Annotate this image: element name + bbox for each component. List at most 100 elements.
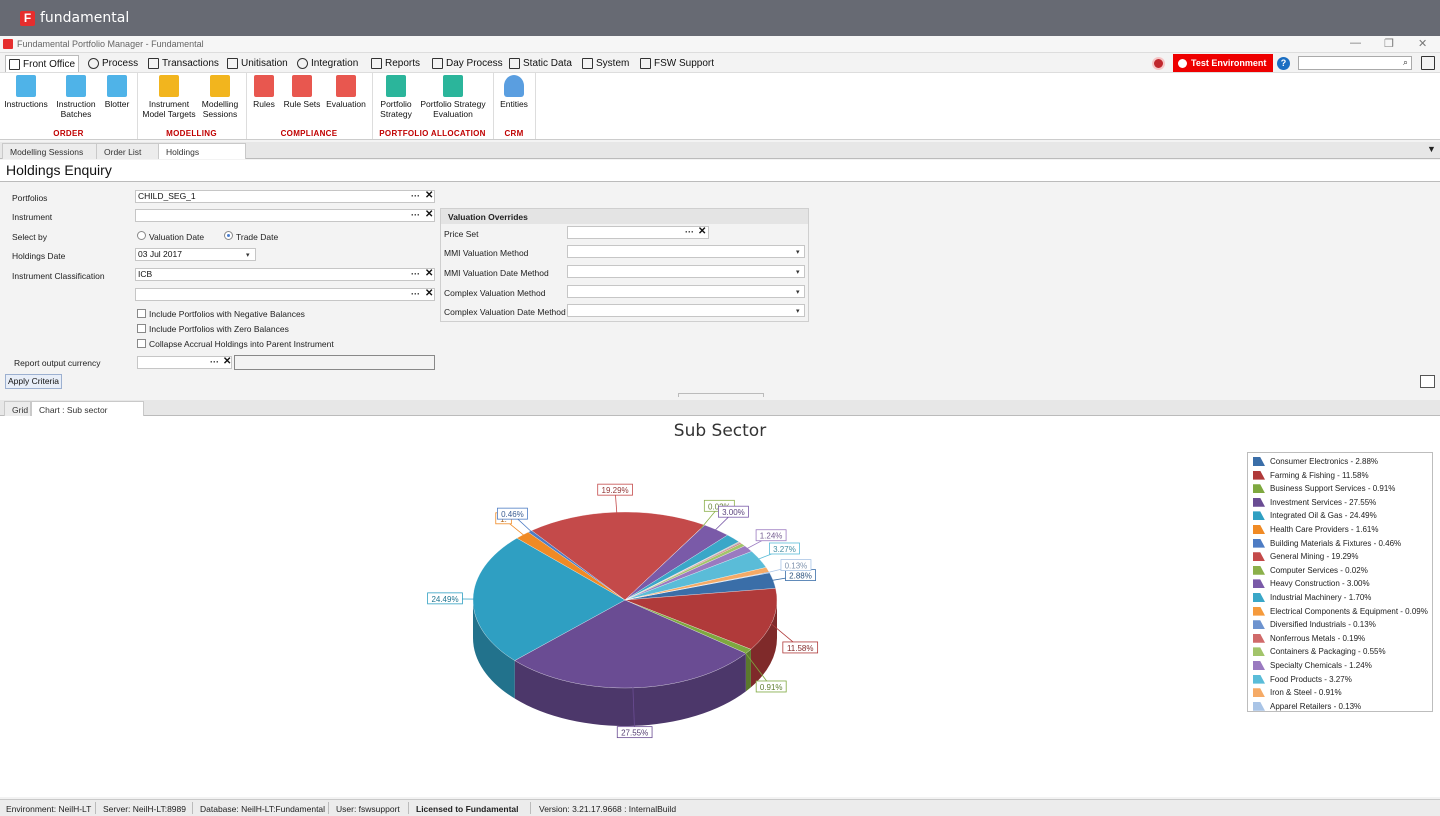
legend-item[interactable]: Apparel Retailers - 0.13% [1253,700,1361,713]
legend-item[interactable]: Building Materials & Fixtures - 0.46% [1253,537,1401,550]
help-icon[interactable]: ? [1277,57,1290,70]
tab-order-list[interactable]: Order List [96,143,159,159]
modelling-sessions-button[interactable]: Modelling Sessions [200,75,240,119]
price-set-browse-button[interactable]: ··· [685,227,694,237]
legend-item[interactable]: Business Support Services - 0.91% [1253,482,1395,495]
tab-chart-sub-sector[interactable]: Chart : Sub sector (Pie)✕ [31,401,144,431]
classification-secondary-input[interactable] [135,288,435,301]
complex-method-dropdown-icon[interactable]: ▾ [796,288,800,296]
panel-options-icon[interactable] [1420,375,1435,388]
legend-label: Computer Services - 0.02% [1270,565,1368,575]
instruction-batches-button[interactable]: Instruction Batches [54,75,98,119]
legend-item[interactable]: Health Care Providers - 1.61% [1253,523,1379,536]
mmi-valuation-date-method-select[interactable] [567,265,805,278]
search-input[interactable]: ⌕ [1298,56,1412,70]
ribbon: Instructions Instruction Batches Blotter … [0,73,1440,140]
menu-static-data[interactable]: Static Data [506,55,575,72]
menu-unitisation[interactable]: Unitisation [224,55,291,72]
tab-list-dropdown-icon[interactable]: ▼ [1427,144,1436,154]
price-set-clear-button[interactable]: ✕ [698,226,706,237]
legend-item[interactable]: Computer Services - 0.02% [1253,564,1368,577]
menu-day-process[interactable]: Day Process [429,55,506,72]
legend-item[interactable]: Heavy Construction - 3.00% [1253,577,1370,590]
mmi-valuation-method-select[interactable] [567,245,805,258]
restore-button[interactable]: ❐ [1384,37,1394,50]
legend-item[interactable]: Industrial Machinery - 1.70% [1253,591,1371,604]
data-label: 27.55% [621,729,648,738]
legend-item[interactable]: Farming & Fishing - 11.58% [1253,469,1369,482]
portfolio-strategy-button[interactable]: Portfolio Strategy [376,75,416,119]
evaluation-icon [336,75,356,97]
classification-clear-button[interactable]: ✕ [425,268,433,279]
menu-reports[interactable]: Reports [368,55,423,72]
close-window-button[interactable]: ✕ [1418,37,1427,50]
rule-sets-button[interactable]: Rule Sets [283,75,321,109]
result-tabs: Grid Chart : Sub sector (Pie)✕ [0,400,1440,431]
menu-fsw-support[interactable]: FSW Support [637,55,717,72]
negative-balances-label: Include Portfolios with Negative Balance… [149,309,305,319]
legend-item[interactable]: General Mining - 19.29% [1253,550,1359,563]
report-currency-browse-button[interactable]: ··· [210,357,219,367]
instrument-model-targets-button[interactable]: Instrument Model Targets [141,75,197,119]
valuation-overrides-title: Valuation Overrides [441,209,808,224]
valuation-date-radio[interactable] [137,231,146,240]
ribbon-label: Modelling [201,99,239,109]
holdings-date-input[interactable]: 03 Jul 2017 [135,248,256,261]
menu-process[interactable]: Process [85,55,141,72]
portfolio-strategy-evaluation-button[interactable]: Portfolio Strategy Evaluation [419,75,487,119]
classification-browse-button[interactable]: ··· [411,269,420,279]
mmi-date-method-dropdown-icon[interactable]: ▾ [796,268,800,276]
splitter-handle[interactable] [678,393,764,397]
negative-balances-checkbox[interactable] [137,309,146,318]
legend-item[interactable]: Specialty Chemicals - 1.24% [1253,659,1372,672]
rules-button[interactable]: Rules [250,75,278,109]
legend-item[interactable]: Nonferrous Metals - 0.19% [1253,632,1365,645]
portfolios-browse-button[interactable]: ··· [411,191,420,201]
legend-item[interactable]: Iron & Steel - 0.91% [1253,686,1342,699]
instrument-input[interactable] [135,209,435,222]
report-currency-clear-button[interactable]: ✕ [223,356,231,367]
complex-valuation-date-method-select[interactable] [567,304,805,317]
holdings-date-dropdown-icon[interactable]: ▾ [246,251,250,259]
classification-secondary-clear-button[interactable]: ✕ [425,288,433,299]
legend-item[interactable]: Investment Services - 27.55% [1253,496,1376,509]
legend-item[interactable]: Integrated Oil & Gas - 24.49% [1253,509,1377,522]
menu-system[interactable]: System [579,55,632,72]
instrument-browse-button[interactable]: ··· [411,210,420,220]
mmi-method-dropdown-icon[interactable]: ▾ [796,248,800,256]
portfolios-input[interactable]: CHILD_SEG_1 [135,190,435,203]
collapse-accrual-checkbox[interactable] [137,339,146,348]
entities-button[interactable]: Entities [497,75,531,109]
minimize-button[interactable]: — [1350,37,1361,49]
test-environment-badge[interactable]: Test Environment [1173,54,1273,72]
tab-grid[interactable]: Grid [4,401,31,417]
zero-balances-checkbox[interactable] [137,324,146,333]
complex-date-method-dropdown-icon[interactable]: ▾ [796,307,800,315]
evaluation-button[interactable]: Evaluation [325,75,367,109]
portfolios-clear-button[interactable]: ✕ [425,190,433,201]
classification-input[interactable]: ICB [135,268,435,281]
classification-secondary-browse-button[interactable]: ··· [411,289,420,299]
instructions-button[interactable]: Instructions [4,75,48,109]
apply-criteria-button[interactable]: Apply Criteria [5,374,62,389]
layout-icon[interactable] [1421,56,1435,70]
tab-modelling-sessions[interactable]: Modelling Sessions [2,143,97,159]
menu-front-office[interactable]: Front Office [5,55,80,72]
legend-item[interactable]: Food Products - 3.27% [1253,673,1352,686]
legend-item[interactable]: Consumer Electronics - 2.88% [1253,455,1378,468]
trade-date-radio[interactable] [224,231,233,240]
menu-transactions[interactable]: Transactions [145,55,222,72]
legend-item[interactable]: Containers & Packaging - 0.55% [1253,645,1386,658]
instrument-clear-button[interactable]: ✕ [425,209,433,220]
tab-holdings-enquiry[interactable]: Holdings Enquiry✕ [158,143,246,173]
complex-valuation-method-select[interactable] [567,285,805,298]
collapse-accrual-label: Collapse Accrual Holdings into Parent In… [149,339,334,349]
legend-swatch [1253,552,1265,562]
status-bar: Environment: NeilH-LT Server: NeilH-LT:8… [0,799,1440,816]
menu-label: Process [102,58,139,69]
legend-item[interactable]: Electrical Components & Equipment - 0.09… [1253,605,1428,618]
menu-integration[interactable]: Integration [294,55,361,72]
alert-icon[interactable] [1152,57,1165,70]
blotter-button[interactable]: Blotter [101,75,133,109]
legend-item[interactable]: Diversified Industrials - 0.13% [1253,618,1376,631]
